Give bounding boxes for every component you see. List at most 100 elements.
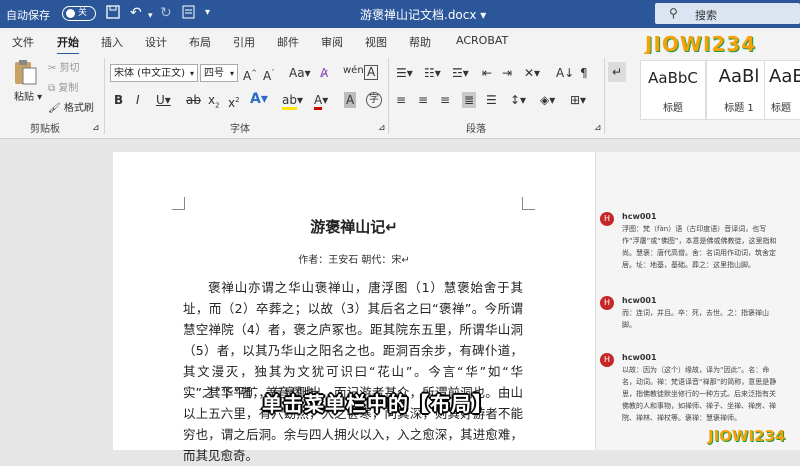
tab-design[interactable]: 设计 <box>145 34 167 50</box>
clear-formatting-icon[interactable]: A̷ <box>320 65 328 81</box>
highlight-icon[interactable]: ab▾ <box>282 92 303 110</box>
tab-help[interactable]: 帮助 <box>409 34 431 50</box>
decrease-indent-icon[interactable]: ⇤ <box>482 65 492 81</box>
tab-home[interactable]: 开始 <box>57 34 79 56</box>
undo-icon[interactable]: ↶ <box>130 5 142 21</box>
character-border-icon[interactable]: A <box>364 65 379 80</box>
phonetic-guide-icon[interactable]: wén <box>343 63 364 79</box>
comment-author: hcw001 <box>622 353 657 362</box>
search-icon: ⚲ <box>669 6 678 20</box>
watermark-logo-bottom: JIOWI234 <box>708 427 786 445</box>
style-normal[interactable]: AaBbC 标题 <box>640 60 706 120</box>
multilevel-list-icon[interactable]: ☲▾ <box>452 65 469 81</box>
document-title: 游褒禅山记文档.docx ▾ <box>360 8 487 22</box>
shading-icon[interactable]: ◈▾ <box>540 92 555 108</box>
style-preview: AaBl <box>718 66 760 87</box>
text-direction-icon[interactable]: ↵ <box>608 62 627 82</box>
watermark-logo: JIOWI234 <box>645 32 757 56</box>
tab-insert[interactable]: 插入 <box>101 34 123 50</box>
style-preview: AaBl <box>769 66 800 87</box>
redo-icon[interactable]: ↻ <box>160 5 172 21</box>
comment-author: hcw001 <box>622 212 657 221</box>
style-name: 标题 1 <box>724 103 754 114</box>
comment-text: 而：连词，并且。卒：死，去世。之：指褒禅山脚。 <box>622 309 769 329</box>
author-line: 作者：王安石 朝代：宋↵ <box>298 255 410 266</box>
enclose-characters-icon[interactable]: 字 <box>366 92 382 108</box>
tab-mailings[interactable]: 邮件 <box>277 34 299 50</box>
subscript-icon[interactable]: x2 <box>208 92 220 113</box>
cut-button[interactable]: ✂ 剪切 <box>48 59 80 74</box>
paste-button[interactable]: 粘贴 ▾ <box>14 88 42 103</box>
style-name: 标题 <box>663 103 683 114</box>
shrink-font-icon[interactable]: Aˇ <box>263 65 275 84</box>
increase-indent-icon[interactable]: ⇥ <box>502 65 512 81</box>
strikethrough-icon[interactable]: ab <box>186 92 201 108</box>
comment-text: 以故：因为（这个）缘故，译为“因此”。名：命名，动词。禅：梵语译音“禅那”的简称… <box>622 366 777 422</box>
search-box[interactable]: ⚲ 搜索 <box>655 3 800 24</box>
grow-font-icon[interactable]: A^ <box>243 65 257 84</box>
tab-references[interactable]: 引用 <box>233 34 255 50</box>
save-icon[interactable] <box>106 5 120 23</box>
show-marks-icon[interactable]: ¶ <box>580 65 588 81</box>
tab-layout[interactable]: 布局 <box>189 34 211 50</box>
character-shading-icon[interactable]: A <box>344 92 357 108</box>
style-heading-1[interactable]: AaBl 标题 1 <box>706 60 772 120</box>
paste-icon[interactable] <box>12 58 38 86</box>
autosave-label: 自动保存 <box>6 9 50 22</box>
align-left-icon[interactable]: ≡ <box>396 92 406 108</box>
tab-file[interactable]: 文件 <box>12 34 34 50</box>
change-case-icon[interactable]: Aa▾ <box>289 65 311 81</box>
superscript-icon[interactable]: x2 <box>228 92 240 111</box>
font-group-label: 字体 <box>230 124 250 135</box>
text-effects-icon[interactable]: A▾ <box>250 91 268 107</box>
paragraph-group-label: 段落 <box>466 124 486 135</box>
search-placeholder: 搜索 <box>695 9 717 22</box>
paragraph-launcher-icon[interactable]: ⊿ <box>594 120 602 136</box>
align-center-icon[interactable]: ≡ <box>418 92 428 108</box>
avatar: H <box>600 212 614 226</box>
title-bar: 自动保存 关 ↶ ▾ ↻ ▾ 游褒禅山记文档.docx ▾ ⚲ 搜索 <box>0 0 800 28</box>
sort-icon[interactable]: A↓ <box>556 65 574 81</box>
customize-toolbar-icon[interactable]: ▾ <box>205 5 210 21</box>
justify-icon[interactable]: ≣ <box>462 92 477 108</box>
distributed-icon[interactable]: ☰ <box>486 92 497 108</box>
chinese-layout-icon[interactable]: ✕▾ <box>524 65 540 81</box>
underline-icon[interactable]: U▾ <box>156 92 171 108</box>
font-name-select[interactable]: 宋体 (中文正文) ▾ <box>110 64 198 82</box>
document-heading: 游褒禅山记↵ <box>310 218 398 236</box>
bold-icon[interactable]: B <box>114 92 123 108</box>
font-launcher-icon[interactable]: ⊿ <box>378 120 386 136</box>
clipboard-launcher-icon[interactable]: ⊿ <box>92 120 100 136</box>
bullets-icon[interactable]: ☰▾ <box>396 65 413 81</box>
comment-text: 浮图：梵（fàn）语（古印度语）音译词，也写作“浮屠”或“佛图”，本意是佛或佛教… <box>622 225 777 269</box>
copy-button[interactable]: ⧉ 复制 <box>48 79 78 94</box>
style-preview: AaBbC <box>648 69 698 87</box>
group-divider <box>388 58 389 134</box>
avatar: H <box>600 296 614 310</box>
ribbon: 粘贴 ▾ ✂ 剪切 ⧉ 复制 🖌 格式刷 剪贴板 ⊿ 宋体 (中文正文) ▾ 四号… <box>0 54 800 139</box>
group-divider <box>604 58 605 134</box>
avatar: H <box>600 353 614 367</box>
margin-mark <box>172 197 185 210</box>
font-color-icon[interactable]: A▾ <box>314 92 328 110</box>
tab-view[interactable]: 视图 <box>365 34 387 50</box>
margin-mark <box>522 197 535 210</box>
tab-review[interactable]: 审阅 <box>321 34 343 50</box>
style-title[interactable]: AaBl 标题 <box>764 60 800 120</box>
video-caption: 单击菜单栏中的【布局】 <box>262 392 493 416</box>
italic-icon[interactable]: I <box>136 92 140 108</box>
print-preview-icon[interactable] <box>182 5 195 23</box>
font-size-select[interactable]: 四号 ▾ <box>200 64 238 82</box>
undo-dropdown-icon[interactable]: ▾ <box>148 8 153 24</box>
align-right-icon[interactable]: ≡ <box>440 92 450 108</box>
format-painter-button[interactable]: 🖌 格式刷 <box>48 99 94 114</box>
comment-author: hcw001 <box>622 296 657 305</box>
line-spacing-icon[interactable]: ↕▾ <box>510 92 526 108</box>
style-name: 标题 <box>771 103 791 114</box>
autosave-toggle[interactable]: 关 <box>62 6 96 21</box>
numbering-icon[interactable]: ☷▾ <box>424 65 441 81</box>
borders-icon[interactable]: ⊞▾ <box>570 92 586 108</box>
tab-acrobat[interactable]: ACROBAT <box>456 34 508 47</box>
group-divider <box>104 58 105 134</box>
clipboard-group-label: 剪贴板 <box>30 124 60 135</box>
